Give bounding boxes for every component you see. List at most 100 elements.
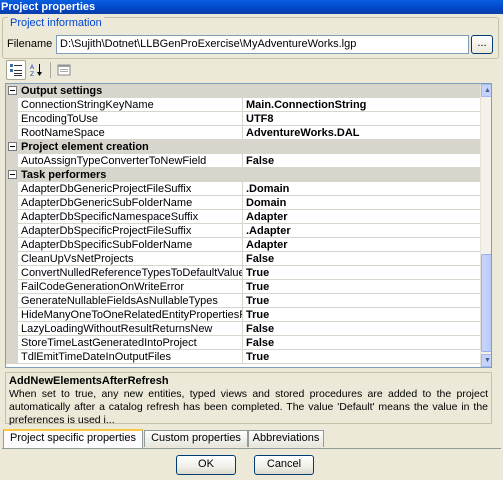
property-name: FailCodeGenerationOnWriteError	[18, 280, 243, 294]
property-name: EncodingToUse	[18, 112, 243, 126]
property-row[interactable]: EncodingToUse UTF8	[6, 112, 480, 126]
property-row[interactable]: AdapterDbSpecificNamespaceSuffix Adapter	[6, 210, 480, 224]
property-name: CleanUpVsNetProjects	[18, 252, 243, 266]
property-name: AdapterDbSpecificSubFolderName	[18, 238, 243, 252]
property-row[interactable]: ConvertNulledReferenceTypesToDefaultValu…	[6, 266, 480, 280]
vertical-scrollbar[interactable]: ▲ ▼	[480, 84, 491, 367]
category-label: Task performers	[21, 169, 107, 181]
property-name: RootNameSpace	[18, 126, 243, 140]
property-value[interactable]: True	[243, 280, 480, 294]
scroll-thumb[interactable]	[481, 254, 491, 352]
property-row[interactable]: RootNameSpace AdventureWorks.DAL	[6, 126, 480, 140]
property-row[interactable]: AutoAssignTypeConverterToNewField False	[6, 154, 480, 168]
tab-baseline	[2, 448, 501, 449]
row-gutter	[6, 224, 18, 238]
property-value[interactable]: Adapter	[243, 238, 480, 252]
property-row[interactable]: StoreTimeLastGeneratedIntoProject False	[6, 336, 480, 350]
property-row[interactable]: AdapterDbSpecificProjectFileSuffix .Adapt…	[6, 224, 480, 238]
category-gutter	[6, 84, 18, 98]
collapse-icon[interactable]	[8, 142, 17, 151]
property-row[interactable]: AdapterDbSpecificSubFolderName Adapter	[6, 238, 480, 252]
property-pages-icon[interactable]	[54, 60, 74, 80]
property-name: AdapterDbGenericSubFolderName	[18, 196, 243, 210]
property-value[interactable]: .Domain	[243, 182, 480, 196]
categorized-icon[interactable]	[6, 60, 26, 80]
window-title: Project properties	[1, 1, 96, 13]
svg-text:Z: Z	[30, 71, 34, 77]
filename-label: Filename	[7, 38, 53, 50]
tab-custom-properties[interactable]: Custom properties	[144, 430, 248, 447]
filename-field[interactable]: D:\Sujith\Dotnet\LLBGenProExercise\MyAdv…	[56, 35, 469, 54]
property-value[interactable]: AdventureWorks.DAL	[243, 126, 480, 140]
category-row[interactable]: Project element creation	[6, 140, 480, 154]
property-grid[interactable]: Output settings ConnectionStringKeyName Ma…	[5, 83, 492, 368]
row-gutter	[6, 294, 18, 308]
property-grid-toolbar: A Z	[6, 60, 76, 80]
row-gutter	[6, 98, 18, 112]
property-value[interactable]: True	[243, 294, 480, 308]
row-gutter	[6, 126, 18, 140]
description-title: AddNewElementsAfterRefresh	[9, 375, 169, 387]
row-gutter	[6, 266, 18, 280]
property-name: LazyLoadingWithoutResultReturnsNew	[18, 322, 243, 336]
property-row[interactable]: GenerateNullableFieldsAsNullableTypes Tru…	[6, 294, 480, 308]
property-row[interactable]: HideManyOneToOneRelatedEntityPropertiesF…	[6, 308, 480, 322]
row-gutter	[6, 336, 18, 350]
row-gutter	[6, 280, 18, 294]
property-value[interactable]: False	[243, 336, 480, 350]
property-value[interactable]: False	[243, 252, 480, 266]
description-panel: AddNewElementsAfterRefresh When set to t…	[5, 372, 492, 426]
property-name: GenerateNullableFieldsAsNullableTypes	[18, 294, 243, 308]
property-value[interactable]: True	[243, 266, 480, 280]
property-row[interactable]: CleanUpVsNetProjects False	[6, 252, 480, 266]
collapse-icon[interactable]	[8, 86, 17, 95]
browse-button[interactable]: ...	[471, 35, 493, 54]
scroll-up-icon[interactable]: ▲	[481, 84, 491, 97]
row-gutter	[6, 182, 18, 196]
row-gutter	[6, 112, 18, 126]
row-gutter	[6, 210, 18, 224]
property-row[interactable]: AdapterDbGenericSubFolderName Domain	[6, 196, 480, 210]
property-value[interactable]: Adapter	[243, 210, 480, 224]
window-title-bar[interactable]: Project properties	[0, 0, 503, 14]
row-gutter	[6, 308, 18, 322]
category-row[interactable]: Task performers	[6, 168, 480, 182]
property-value[interactable]: Domain	[243, 196, 480, 210]
property-name: StoreTimeLastGeneratedIntoProject	[18, 336, 243, 350]
property-name: ConvertNulledReferenceTypesToDefaultValu…	[18, 266, 243, 280]
toolbar-separator	[50, 62, 51, 78]
svg-text:A: A	[30, 64, 35, 71]
cancel-button[interactable]: Cancel	[254, 455, 314, 475]
row-gutter	[6, 322, 18, 336]
property-name: AdapterDbSpecificNamespaceSuffix	[18, 210, 243, 224]
tab-abbreviations[interactable]: Abbreviations	[248, 430, 324, 447]
category-row[interactable]: Output settings	[6, 84, 480, 98]
property-value[interactable]: .Adapter	[243, 224, 480, 238]
property-row[interactable]: FailCodeGenerationOnWriteError True	[6, 280, 480, 294]
property-name: AdapterDbSpecificProjectFileSuffix	[18, 224, 243, 238]
row-gutter	[6, 154, 18, 168]
property-name: HideManyOneToOneRelatedEntityPropertiesF…	[18, 308, 243, 322]
tab-project-specific-properties[interactable]: Project specific properties	[3, 429, 143, 448]
category-label: Output settings	[21, 85, 103, 97]
property-row[interactable]: LazyLoadingWithoutResultReturnsNew False	[6, 322, 480, 336]
group-legend: Project information	[8, 17, 104, 30]
scroll-down-icon[interactable]: ▼	[481, 354, 491, 367]
row-gutter	[6, 238, 18, 252]
collapse-icon[interactable]	[8, 170, 17, 179]
property-value[interactable]: False	[243, 322, 480, 336]
category-label: Project element creation	[21, 141, 149, 153]
ok-button[interactable]: OK	[176, 455, 236, 475]
description-text: When set to true, any new entities, type…	[9, 388, 488, 426]
property-value[interactable]: False	[243, 154, 480, 168]
property-value[interactable]: True	[243, 350, 480, 364]
property-value[interactable]: UTF8	[243, 112, 480, 126]
property-row[interactable]: TdlEmitTimeDateInOutputFiles True	[6, 350, 480, 364]
property-value[interactable]: Main.ConnectionString	[243, 98, 480, 112]
property-value[interactable]: True	[243, 308, 480, 322]
row-gutter	[6, 350, 18, 364]
property-name: AdapterDbGenericProjectFileSuffix	[18, 182, 243, 196]
alphabetical-sort-icon[interactable]: A Z	[27, 60, 47, 80]
property-row[interactable]: AdapterDbGenericProjectFileSuffix .Domain	[6, 182, 480, 196]
property-row[interactable]: ConnectionStringKeyName Main.ConnectionSt…	[6, 98, 480, 112]
